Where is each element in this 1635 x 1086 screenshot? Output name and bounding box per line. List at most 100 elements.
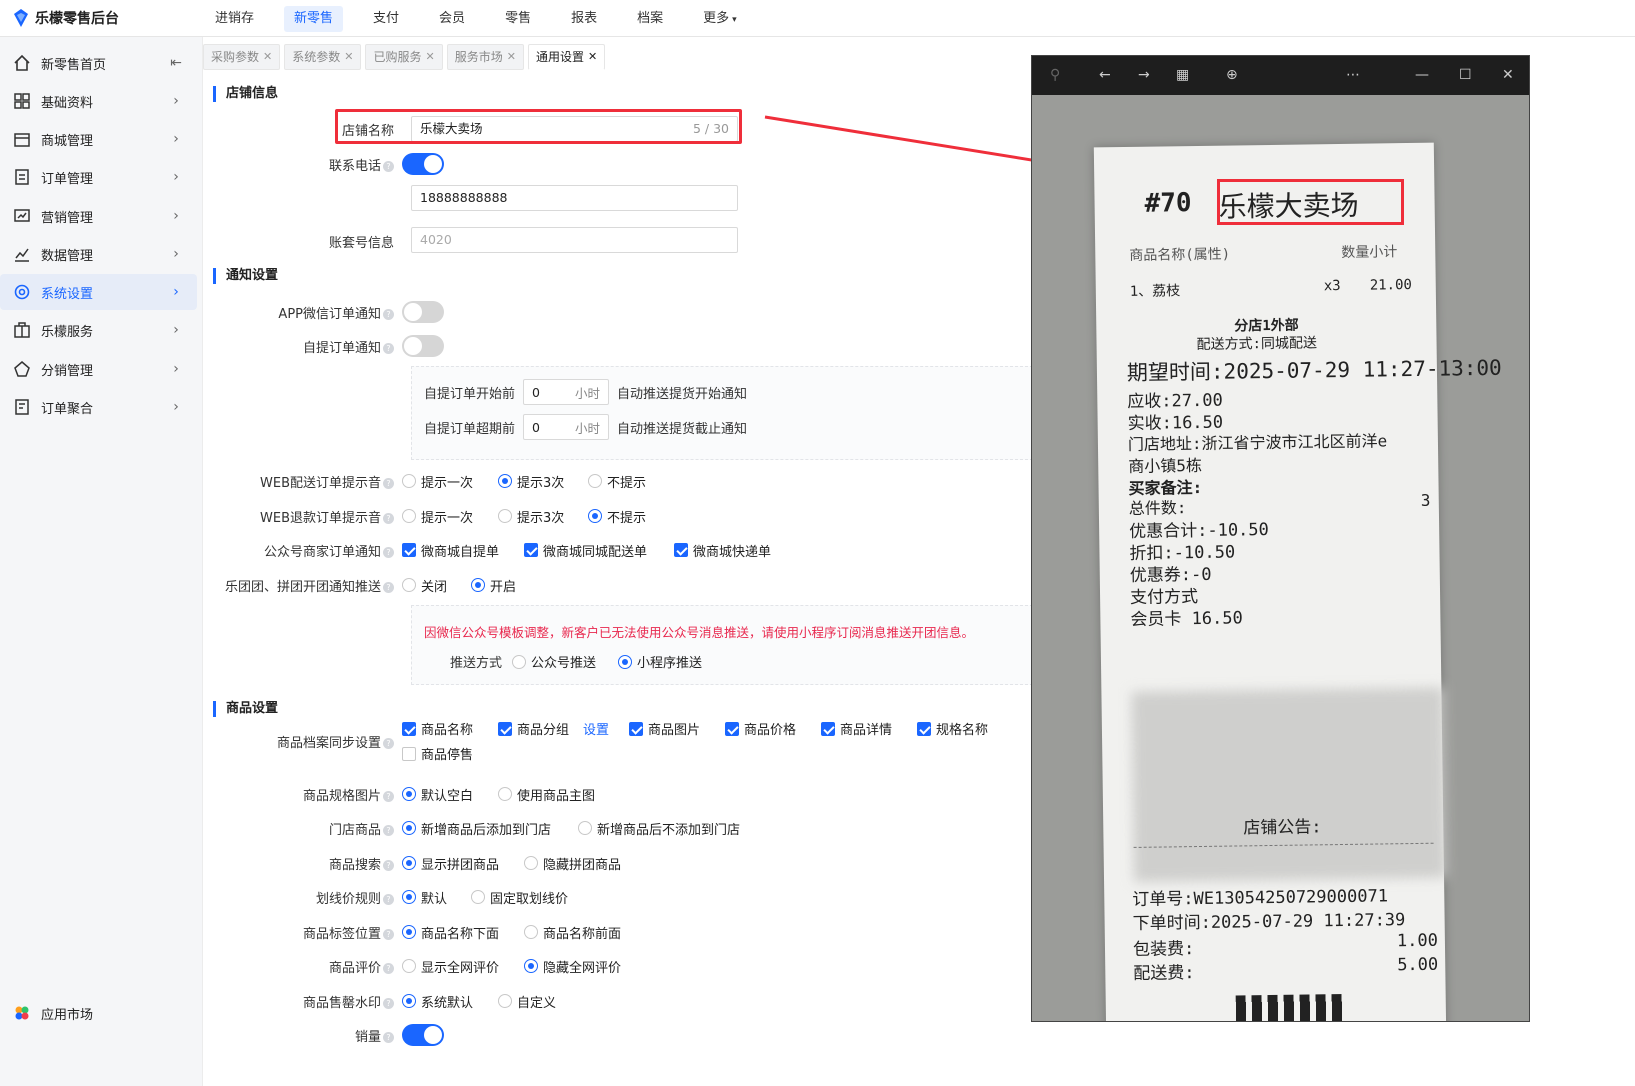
radio-button[interactable] [498,509,512,523]
more-icon[interactable]: ⋯ [1346,67,1360,83]
sidebar-item[interactable]: 乐檬服务 › [0,312,197,348]
radio-option[interactable]: 开启 [471,576,531,595]
collapse-icon[interactable]: ⇤ [169,55,183,71]
help-icon[interactable]: ? [383,790,394,802]
phone-toggle[interactable] [402,153,444,175]
radio-option[interactable]: 公众号推送 [512,652,596,671]
radio-option[interactable]: 提示一次 [402,472,498,491]
radio-option[interactable]: 提示一次 [402,507,498,526]
app-wechat-toggle[interactable] [402,301,444,323]
zoom-icon[interactable]: ⊕ [1226,67,1238,83]
radio-button[interactable] [402,509,416,523]
page-tab[interactable]: 服务市场 ✕ [446,44,524,70]
help-icon[interactable]: ? [383,928,394,940]
checkbox[interactable] [524,543,538,557]
radio-option[interactable]: 默认 [402,888,471,907]
radio-button[interactable] [524,959,538,973]
close-tab-icon[interactable]: ✕ [344,44,353,70]
radio-button[interactable] [578,821,592,835]
help-icon[interactable]: ? [383,477,394,489]
top-nav-item[interactable]: 进销存 [205,6,264,32]
help-icon[interactable]: ? [383,962,394,974]
radio-button[interactable] [498,474,512,488]
checkbox[interactable] [402,746,416,761]
radio-button[interactable] [402,994,416,1008]
gallery-icon[interactable]: ▦ [1176,67,1189,83]
radio-option[interactable]: 小程序推送 [618,652,702,671]
checkbox[interactable] [629,721,643,736]
help-icon[interactable]: ? [383,512,394,524]
sidebar-item[interactable]: 订单聚合 › [0,389,197,425]
radio-option[interactable]: 关闭 [402,576,471,595]
help-icon[interactable]: ? [383,342,394,354]
checkbox[interactable] [498,721,512,736]
radio-option[interactable]: 商品名称下面 [402,923,524,942]
sidebar-item[interactable]: 分销管理 › [0,351,197,387]
checkbox-option[interactable]: 商品图片 [629,719,725,738]
close-tab-icon[interactable]: ✕ [507,44,516,70]
account-input[interactable]: 4020 [411,227,738,253]
radio-button[interactable] [524,856,538,870]
help-icon[interactable]: ? [383,737,394,749]
sales-toggle[interactable] [402,1024,444,1046]
close-tab-icon[interactable]: ✕ [425,44,434,70]
checkbox[interactable] [821,721,835,736]
top-nav-item[interactable]: 支付 [363,6,409,32]
pickup-start-input[interactable]: 0 小时 [523,379,610,405]
checkbox[interactable] [917,721,931,736]
close-icon[interactable]: ✕ [1502,67,1514,83]
radio-button[interactable] [402,474,416,488]
help-icon[interactable]: ? [383,546,394,558]
checkbox-option[interactable]: 商品价格 [725,719,821,738]
checkbox[interactable] [725,721,739,736]
radio-option[interactable]: 新增商品后不添加到门店 [578,819,758,838]
radio-option[interactable]: 自定义 [498,992,578,1011]
radio-option[interactable]: 新增商品后添加到门店 [402,819,578,838]
radio-button[interactable] [498,994,512,1008]
radio-button[interactable] [402,856,416,870]
checkbox-option[interactable]: 微商城快递单 [674,541,794,560]
top-nav-item[interactable]: 更多 ▾ [693,6,747,32]
help-icon[interactable]: ? [383,997,394,1009]
radio-option[interactable]: 隐藏拼团商品 [524,854,634,873]
radio-button[interactable] [471,890,485,904]
checkbox[interactable] [674,543,688,557]
checkbox-option[interactable]: 规格名称 [917,719,997,738]
top-nav-item[interactable]: 档案 [627,6,673,32]
radio-option[interactable]: 不提示 [588,472,668,491]
help-icon[interactable]: ? [383,893,394,905]
sidebar-item[interactable]: 系统设置 › [0,274,197,310]
radio-option[interactable]: 显示拼团商品 [402,854,524,873]
radio-button[interactable] [588,509,602,523]
top-nav-item[interactable]: 新零售 [284,6,344,32]
radio-option[interactable]: 系统默认 [402,992,498,1011]
radio-option[interactable]: 提示3次 [498,507,588,526]
radio-option[interactable]: 不提示 [588,507,668,526]
radio-button[interactable] [402,959,416,973]
checkbox-option[interactable]: 商品停售 [402,744,1012,763]
radio-button[interactable] [402,787,416,801]
sidebar-item[interactable]: 营销管理 › [0,198,197,234]
help-icon[interactable]: ? [383,308,394,320]
close-tab-icon[interactable]: ✕ [588,44,597,70]
radio-button[interactable] [588,474,602,488]
radio-button[interactable] [524,925,538,939]
radio-button[interactable] [402,821,416,835]
checkbox[interactable] [402,721,416,736]
pin-icon[interactable]: ⚲ [1050,67,1060,83]
radio-button[interactable] [402,890,416,904]
page-tab[interactable]: 系统参数 ✕ [284,44,362,70]
checkbox-option[interactable]: 商品分组 设置 [498,719,629,738]
checkbox-option[interactable]: 微商城自提单 [402,541,524,560]
page-tab[interactable]: 通用设置 ✕ [527,44,606,70]
sidebar-item[interactable]: 基础资料 › [0,83,197,119]
page-tab[interactable]: 已购服务 ✕ [365,44,443,70]
pickup-toggle[interactable] [402,335,444,357]
sidebar-app-market[interactable]: 应用市场 [0,995,197,1031]
radio-button[interactable] [471,578,485,592]
checkbox[interactable] [402,543,416,557]
radio-option[interactable]: 提示3次 [498,472,588,491]
top-nav-item[interactable]: 会员 [429,6,475,32]
brand[interactable]: 乐檬零售后台 [13,8,119,28]
radio-option[interactable]: 默认空白 [402,785,498,804]
